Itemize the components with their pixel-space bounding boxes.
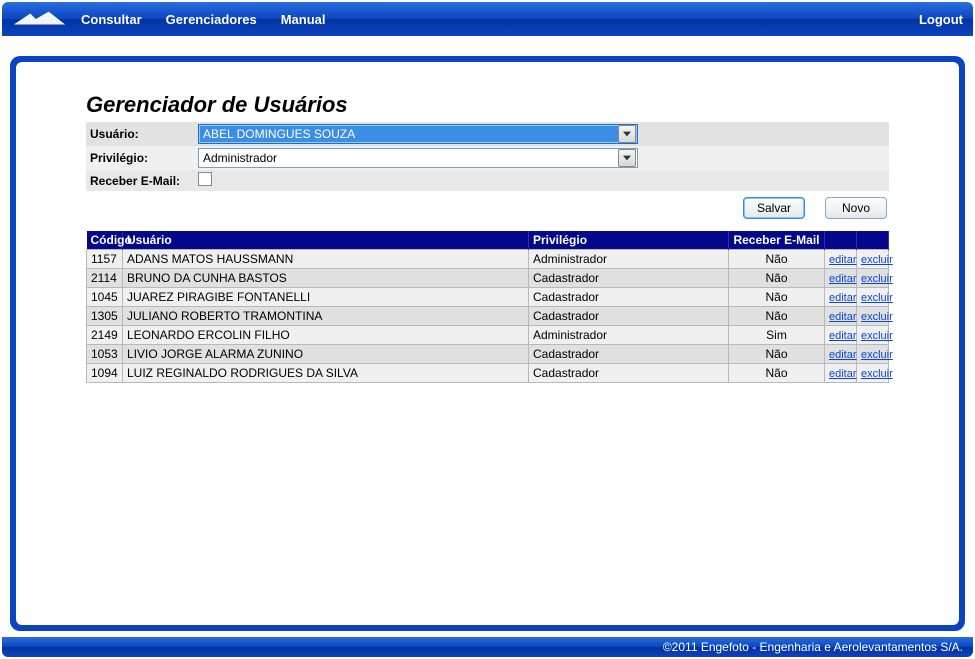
table-row: 1045JUAREZ PIRAGIBE FONTANELLICadastrado… — [87, 288, 889, 307]
main-panel-frame: Gerenciador de Usuários Usuário: ABEL DO… — [10, 56, 965, 631]
cell-codigo: 1305 — [87, 307, 123, 326]
cell-editar: editar — [825, 364, 857, 383]
delete-link[interactable]: excluir — [861, 349, 893, 361]
cell-usuario: LUIZ REGINALDO RODRIGUES DA SILVA — [123, 364, 529, 383]
cell-privilegio: Cadastrador — [529, 288, 729, 307]
delete-link[interactable]: excluir — [861, 254, 893, 266]
cell-excluir: excluir — [857, 250, 889, 269]
delete-link[interactable]: excluir — [861, 330, 893, 342]
cell-receber: Não — [729, 250, 825, 269]
edit-link[interactable]: editar — [829, 273, 857, 285]
delete-link[interactable]: excluir — [861, 368, 893, 380]
delete-link[interactable]: excluir — [861, 273, 893, 285]
page-title: Gerenciador de Usuários — [86, 92, 889, 118]
edit-link[interactable]: editar — [829, 292, 857, 304]
cell-editar: editar — [825, 326, 857, 345]
table-row: 1053LIVIO JORGE ALARMA ZUNINOCadastrador… — [87, 345, 889, 364]
th-receber: Receber E-Mail — [729, 231, 825, 250]
th-editar — [825, 231, 857, 250]
cell-privilegio: Cadastrador — [529, 307, 729, 326]
chevron-down-icon[interactable] — [618, 125, 636, 143]
nav-link-manual[interactable]: Manual — [281, 12, 326, 27]
cell-receber: Não — [729, 345, 825, 364]
receber-label: Receber E-Mail: — [86, 170, 194, 191]
top-navbar: Consultar Gerenciadores Manual Logout — [2, 2, 973, 36]
brand-logo — [12, 8, 67, 30]
cell-receber: Sim — [729, 326, 825, 345]
main-panel: Gerenciador de Usuários Usuário: ABEL DO… — [16, 62, 959, 625]
delete-link[interactable]: excluir — [861, 292, 893, 304]
edit-link[interactable]: editar — [829, 368, 857, 380]
table-row: 1094LUIZ REGINALDO RODRIGUES DA SILVACad… — [87, 364, 889, 383]
cell-receber: Não — [729, 269, 825, 288]
cell-usuario: LEONARDO ERCOLIN FILHO — [123, 326, 529, 345]
footer-bar: ©2011 Engefoto - Engenharia e Aerolevant… — [2, 637, 973, 657]
th-privilegio: Privilégio — [529, 231, 729, 250]
cell-excluir: excluir — [857, 269, 889, 288]
cell-usuario: ADANS MATOS HAUSSMANN — [123, 250, 529, 269]
new-button[interactable]: Novo — [825, 197, 887, 219]
receber-checkbox[interactable] — [198, 172, 212, 186]
cell-excluir: excluir — [857, 326, 889, 345]
cell-privilegio: Cadastrador — [529, 269, 729, 288]
cell-privilegio: Cadastrador — [529, 345, 729, 364]
cell-codigo: 1053 — [87, 345, 123, 364]
table-row: 2149LEONARDO ERCOLIN FILHOAdministradorS… — [87, 326, 889, 345]
edit-link[interactable]: editar — [829, 330, 857, 342]
table-row: 1157ADANS MATOS HAUSSMANNAdministradorNã… — [87, 250, 889, 269]
cell-excluir: excluir — [857, 307, 889, 326]
cell-receber: Não — [729, 288, 825, 307]
nav-link-gerenciadores[interactable]: Gerenciadores — [166, 12, 257, 27]
cell-editar: editar — [825, 250, 857, 269]
cell-codigo: 1094 — [87, 364, 123, 383]
usuario-label: Usuário: — [86, 122, 194, 146]
form-buttons: Salvar Novo — [86, 197, 889, 219]
cell-codigo: 1045 — [87, 288, 123, 307]
th-excluir — [857, 231, 889, 250]
chevron-down-icon[interactable] — [618, 149, 636, 167]
edit-link[interactable]: editar — [829, 311, 857, 323]
cell-privilegio: Administrador — [529, 326, 729, 345]
privilegio-dropdown[interactable]: Administrador — [198, 148, 638, 168]
th-usuario: Usuário — [123, 231, 529, 250]
cell-usuario: LIVIO JORGE ALARMA ZUNINO — [123, 345, 529, 364]
edit-link[interactable]: editar — [829, 254, 857, 266]
cell-excluir: excluir — [857, 288, 889, 307]
save-button[interactable]: Salvar — [743, 197, 805, 219]
cell-receber: Não — [729, 307, 825, 326]
cell-receber: Não — [729, 364, 825, 383]
cell-usuario: JUAREZ PIRAGIBE FONTANELLI — [123, 288, 529, 307]
cell-privilegio: Cadastrador — [529, 364, 729, 383]
table-row: 2114BRUNO DA CUNHA BASTOSCadastradorNãoe… — [87, 269, 889, 288]
cell-codigo: 2149 — [87, 326, 123, 345]
privilegio-label: Privilégio: — [86, 146, 194, 170]
nav-links: Consultar Gerenciadores Manual — [81, 12, 919, 27]
privilegio-dropdown-value: Administrador — [203, 151, 277, 165]
cell-codigo: 1157 — [87, 250, 123, 269]
cell-excluir: excluir — [857, 345, 889, 364]
users-table: Código Usuário Privilégio Receber E-Mail… — [86, 231, 889, 383]
footer-text: ©2011 Engefoto - Engenharia e Aerolevant… — [663, 640, 963, 654]
user-form: Usuário: ABEL DOMINGUES SOUZA Privilégio… — [86, 122, 889, 191]
cell-editar: editar — [825, 307, 857, 326]
cell-editar: editar — [825, 269, 857, 288]
table-row: 1305JULIANO ROBERTO TRAMONTINACadastrado… — [87, 307, 889, 326]
cell-editar: editar — [825, 288, 857, 307]
edit-link[interactable]: editar — [829, 349, 857, 361]
nav-link-consultar[interactable]: Consultar — [81, 12, 142, 27]
cell-usuario: JULIANO ROBERTO TRAMONTINA — [123, 307, 529, 326]
cell-excluir: excluir — [857, 364, 889, 383]
th-codigo: Código — [87, 231, 123, 250]
cell-codigo: 2114 — [87, 269, 123, 288]
cell-privilegio: Administrador — [529, 250, 729, 269]
delete-link[interactable]: excluir — [861, 311, 893, 323]
usuario-dropdown-value: ABEL DOMINGUES SOUZA — [203, 127, 355, 141]
logout-link[interactable]: Logout — [919, 12, 963, 27]
usuario-dropdown[interactable]: ABEL DOMINGUES SOUZA — [198, 124, 638, 144]
cell-editar: editar — [825, 345, 857, 364]
cell-usuario: BRUNO DA CUNHA BASTOS — [123, 269, 529, 288]
